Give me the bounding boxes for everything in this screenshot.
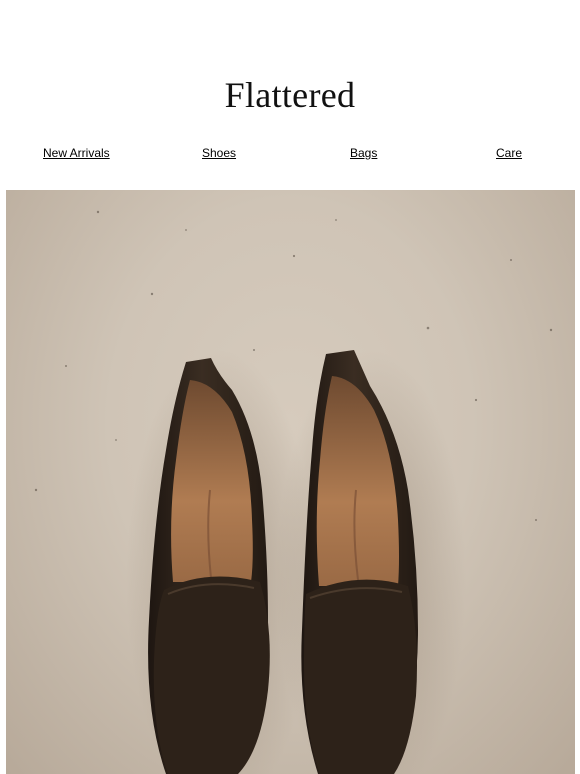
nav-new-arrivals[interactable]: New Arrivals [43, 146, 110, 160]
nav-care[interactable]: Care [496, 146, 522, 160]
hero-image[interactable] [6, 190, 575, 774]
nav-shoes[interactable]: Shoes [202, 146, 236, 160]
brand-logo[interactable]: Flattered [0, 74, 580, 116]
loafers-illustration [34, 210, 553, 774]
main-nav: New Arrivals Shoes Bags Care [0, 146, 580, 164]
nav-bags[interactable]: Bags [350, 146, 377, 160]
